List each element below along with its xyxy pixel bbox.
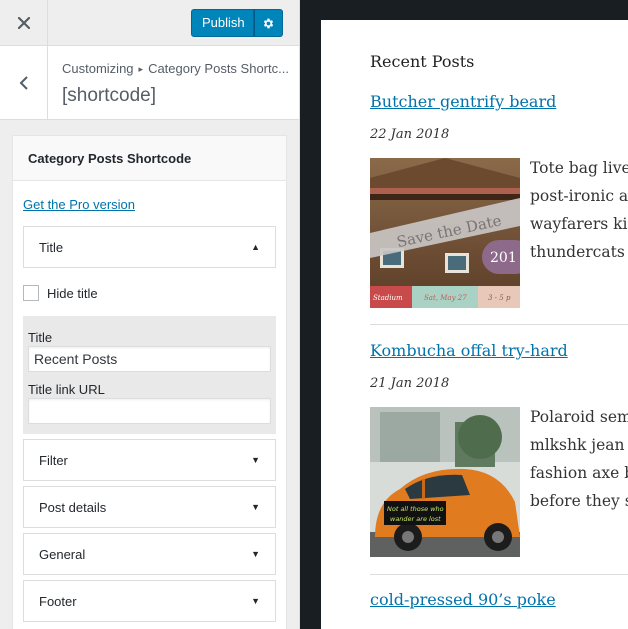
accordion-filter-label: Filter — [39, 452, 68, 468]
save-the-date-image: Save the Date 201 Stadium Sat, May 27 3 … — [370, 158, 520, 308]
customizer-sidebar: Publish Customizing ▸ Category Posts Short… — [0, 0, 300, 629]
accordion-post-details[interactable]: Post details ▼ — [23, 486, 276, 528]
accordion-footer[interactable]: Footer ▼ — [23, 580, 276, 622]
post-title-link[interactable]: Kombucha offal try-hard — [370, 341, 628, 360]
accordion-title-label: Title — [39, 239, 64, 255]
accordion-general[interactable]: General ▼ — [23, 533, 276, 575]
close-icon — [17, 16, 30, 29]
widget-heading: Recent Posts — [370, 52, 475, 71]
publish-settings-button[interactable] — [254, 9, 283, 37]
section-title: [shortcode] — [62, 85, 156, 106]
excerpt-line: before they s — [530, 492, 628, 510]
caret-down-icon: ▼ — [251, 502, 260, 512]
excerpt-line: thundercats — [530, 243, 625, 261]
post-excerpt: Tote bag live post-ironic a wayfarers ki… — [530, 154, 628, 266]
widget-header[interactable]: Category Posts Shortcode — [13, 136, 286, 181]
widget-title: Category Posts Shortcode — [28, 150, 192, 166]
excerpt-line: wayfarers kic — [530, 215, 628, 233]
thumb-text-line2: wander are lost — [390, 515, 441, 523]
post-divider — [370, 574, 628, 575]
thumb-text-line1: Not all those who — [387, 505, 444, 513]
gear-icon — [263, 18, 274, 28]
caret-up-icon: ▲ — [251, 242, 260, 252]
post-title-link[interactable]: cold-pressed 90’s poke — [370, 590, 628, 609]
thumb-text-time: 3 - 5 p — [488, 294, 511, 302]
title-input[interactable] — [28, 346, 271, 372]
excerpt-line: Tote bag live — [530, 159, 628, 177]
close-customizer-button[interactable] — [0, 0, 48, 45]
hide-title-label: Hide title — [47, 285, 98, 301]
post-item: cold-pressed 90’s poke — [370, 590, 628, 609]
breadcrumb-child: Category Posts Shortc... — [148, 61, 289, 76]
post-title-link[interactable]: Butcher gentrify beard — [370, 92, 628, 111]
publish-button[interactable]: Publish — [191, 9, 254, 37]
breadcrumb: Customizing ▸ Category Posts Shortc... — [62, 61, 294, 76]
title-field-label: Title — [28, 330, 53, 345]
accordion-title[interactable]: Title ▲ — [23, 226, 276, 268]
post-item: Kombucha offal try-hard 21 Jan 2018 Not … — [370, 341, 628, 557]
site-preview: Recent Posts Butcher gentrify beard 22 J… — [321, 20, 628, 629]
accordion-footer-label: Footer — [39, 593, 77, 609]
publish-group: Publish — [191, 9, 283, 37]
customizer-header: Publish — [0, 0, 299, 46]
title-link-label: Title link URL — [28, 382, 105, 397]
hide-title-checkbox[interactable] — [23, 285, 39, 301]
caret-down-icon: ▼ — [251, 455, 260, 465]
hide-title-row: Hide title — [23, 285, 98, 301]
accordion-post-details-label: Post details — [39, 499, 107, 515]
thumb-text-stadium: Stadium — [373, 294, 403, 302]
post-excerpt: Polaroid sem mlkshk jean fashion axe b b… — [530, 403, 628, 515]
title-settings-box: Title Title link URL — [23, 316, 276, 434]
excerpt-line: fashion axe b — [530, 464, 628, 482]
post-divider — [370, 324, 628, 325]
post-date: 21 Jan 2018 — [370, 376, 450, 391]
post-item: Butcher gentrify beard 22 Jan 2018 Save … — [370, 92, 628, 308]
post-date: 22 Jan 2018 — [370, 127, 450, 142]
caret-down-icon: ▼ — [251, 549, 260, 559]
thumb-text-year: 201 — [490, 250, 517, 266]
post-thumbnail[interactable]: Not all those who wander are lost — [370, 407, 520, 557]
post-thumbnail[interactable]: Save the Date 201 Stadium Sat, May 27 3 … — [370, 158, 520, 308]
excerpt-line: mlkshk jean — [530, 436, 625, 454]
get-pro-link[interactable]: Get the Pro version — [23, 197, 135, 212]
orange-beetle-image: Not all those who wander are lost — [370, 407, 520, 557]
accordion-general-label: General — [39, 546, 86, 562]
breadcrumb-separator-icon: ▸ — [138, 64, 144, 74]
excerpt-line: post-ironic a — [530, 187, 628, 205]
breadcrumb-root: Customizing — [62, 61, 134, 76]
caret-down-icon: ▼ — [251, 596, 260, 606]
section-header: Customizing ▸ Category Posts Shortc... [sh… — [0, 46, 299, 120]
back-button[interactable] — [0, 46, 48, 119]
title-link-input[interactable] — [28, 398, 271, 424]
thumb-text-date: Sat, May 27 — [424, 294, 467, 302]
widget-panel: Category Posts Shortcode Get the Pro ver… — [12, 135, 287, 629]
chevron-left-icon — [19, 75, 28, 90]
accordion-filter[interactable]: Filter ▼ — [23, 439, 276, 481]
excerpt-line: Polaroid sem — [530, 408, 628, 426]
